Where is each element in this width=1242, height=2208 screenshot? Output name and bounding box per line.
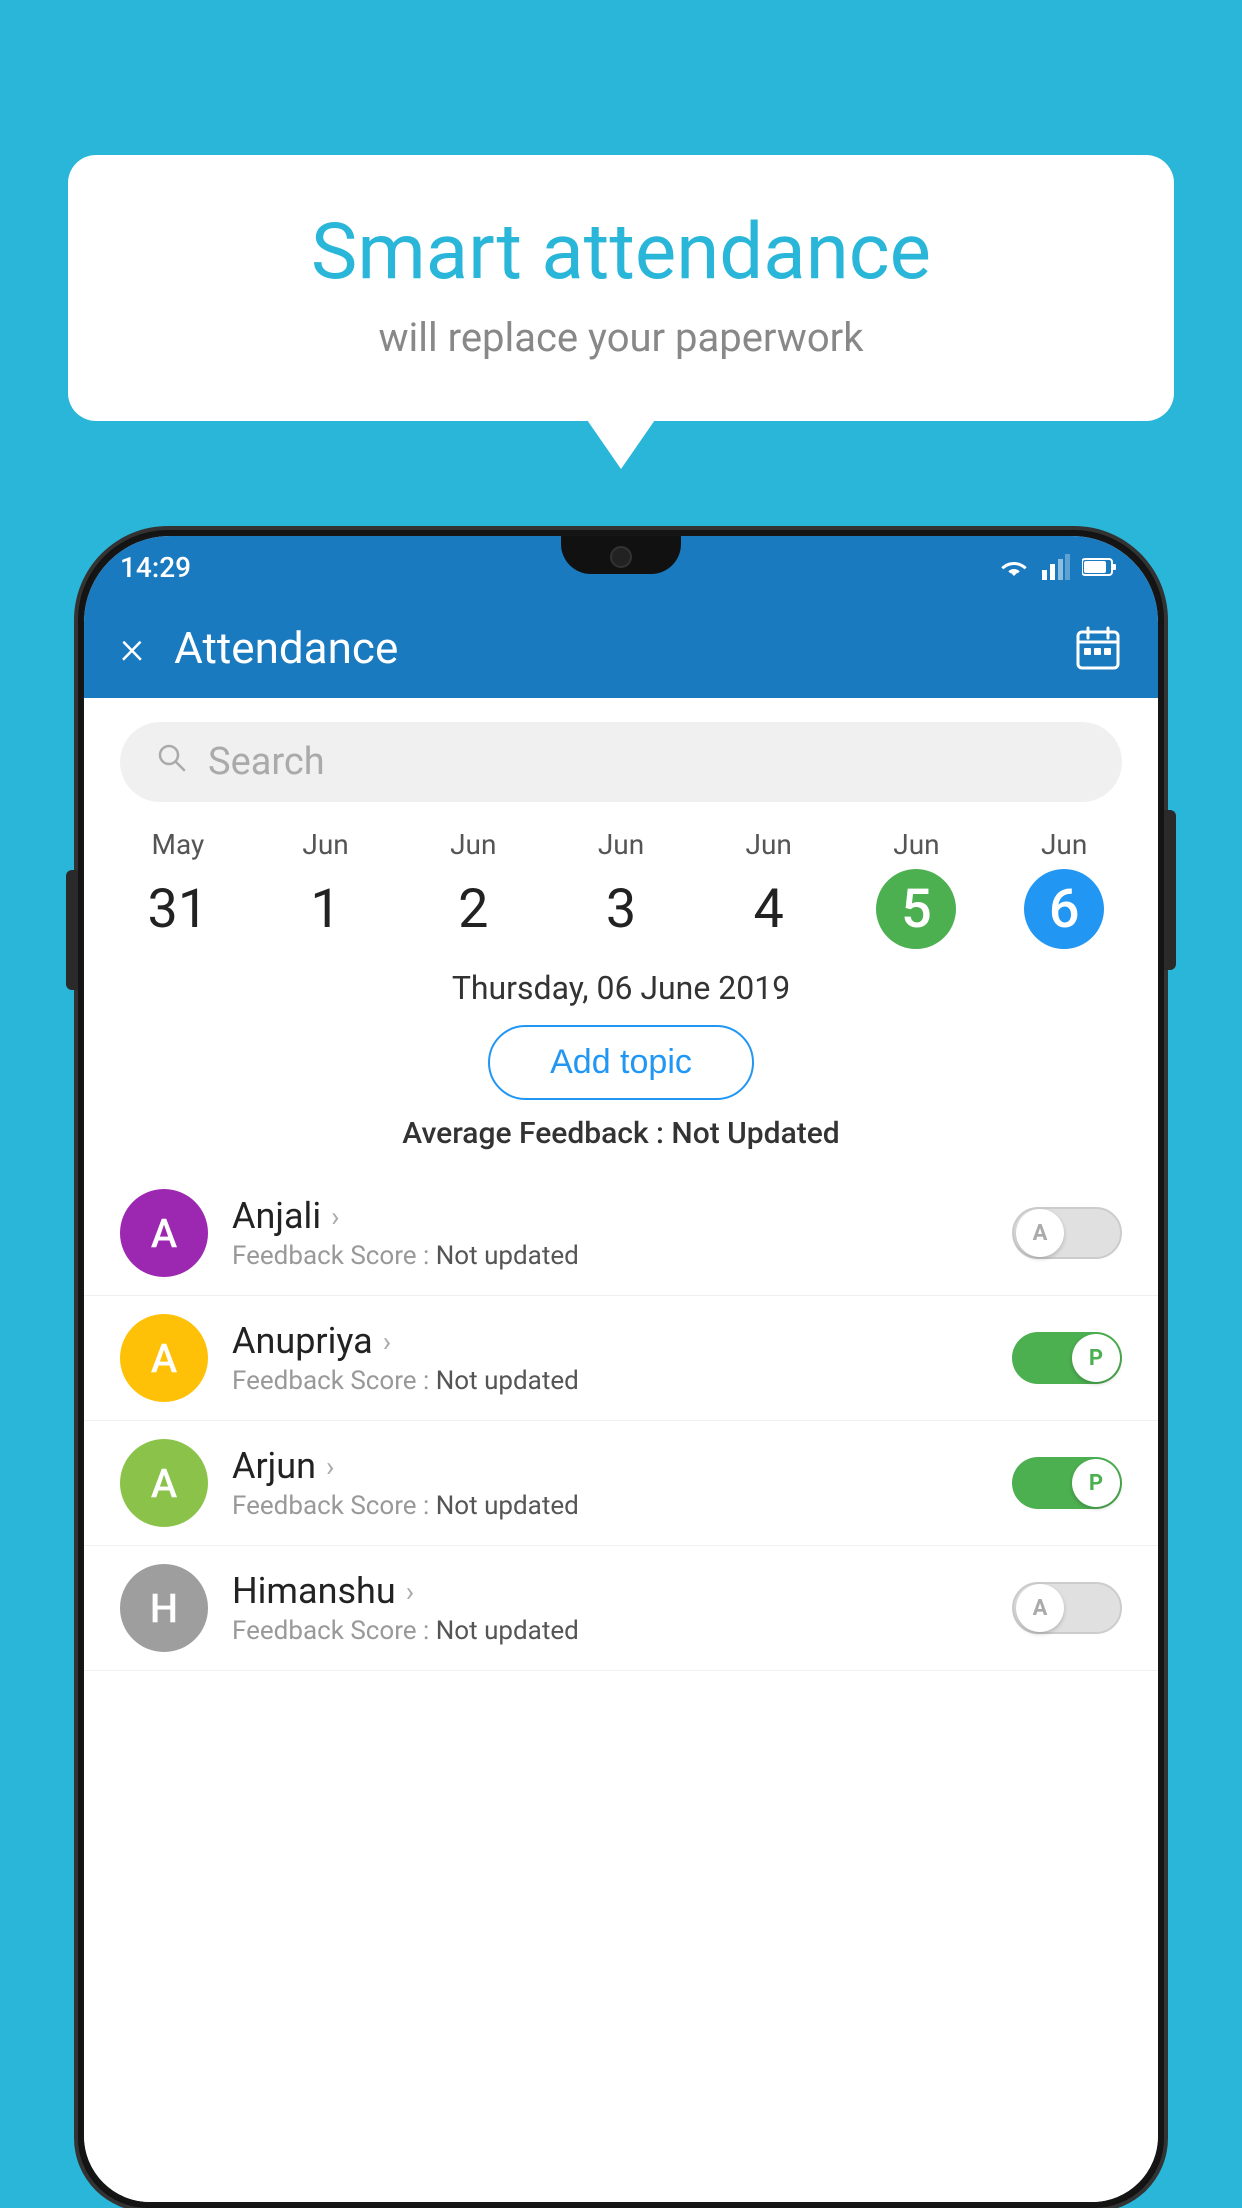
date-month: Jun bbox=[302, 828, 348, 861]
date-number[interactable]: 1 bbox=[286, 869, 366, 949]
list-item[interactable]: A Anupriya › Feedback Score : Not updated P bbox=[84, 1296, 1158, 1421]
toggle-knob: P bbox=[1072, 1334, 1120, 1382]
toggle-knob: P bbox=[1072, 1459, 1120, 1507]
screen-content: Search May 31 Jun 1 Jun 2 Jun 3 Jun 4 Jun 5 Jun 6 Thu… bbox=[84, 698, 1158, 2202]
notch bbox=[561, 536, 681, 574]
student-info: Arjun › Feedback Score : Not updated bbox=[232, 1445, 988, 1521]
date-month: Jun bbox=[893, 828, 939, 861]
date-col[interactable]: Jun 3 bbox=[547, 828, 695, 949]
date-col[interactable]: Jun 4 bbox=[695, 828, 843, 949]
status-time: 14:29 bbox=[120, 551, 191, 584]
date-month: Jun bbox=[450, 828, 496, 861]
student-feedback: Feedback Score : Not updated bbox=[232, 1366, 988, 1396]
app-bar-title: Attendance bbox=[174, 622, 1044, 674]
list-item[interactable]: H Himanshu › Feedback Score : Not updated A bbox=[84, 1546, 1158, 1671]
student-info: Anupriya › Feedback Score : Not updated bbox=[232, 1320, 988, 1396]
student-name: Anjali › bbox=[232, 1195, 988, 1237]
date-number[interactable]: 3 bbox=[581, 869, 661, 949]
attendance-toggle[interactable]: P bbox=[1012, 1332, 1122, 1384]
avg-feedback-value: Not Updated bbox=[671, 1116, 839, 1151]
app-bar: × Attendance bbox=[84, 598, 1158, 698]
date-col[interactable]: May 31 bbox=[104, 828, 252, 949]
date-col[interactable]: Jun 2 bbox=[399, 828, 547, 949]
student-info: Anjali › Feedback Score : Not updated bbox=[232, 1195, 988, 1271]
list-item[interactable]: A Arjun › Feedback Score : Not updated P bbox=[84, 1421, 1158, 1546]
wifi-icon bbox=[998, 554, 1030, 580]
date-number[interactable]: 31 bbox=[138, 869, 218, 949]
student-info: Himanshu › Feedback Score : Not updated bbox=[232, 1570, 988, 1646]
add-topic-button[interactable]: Add topic bbox=[488, 1025, 754, 1100]
student-name: Arjun › bbox=[232, 1445, 988, 1487]
student-name: Anupriya › bbox=[232, 1320, 988, 1362]
bubble-subtitle: will replace your paperwork bbox=[128, 314, 1114, 361]
attendance-toggle[interactable]: A bbox=[1012, 1582, 1122, 1634]
student-feedback: Feedback Score : Not updated bbox=[232, 1616, 988, 1646]
toggle-knob: A bbox=[1016, 1584, 1064, 1632]
date-col[interactable]: Jun 1 bbox=[252, 828, 400, 949]
date-number[interactable]: 4 bbox=[729, 869, 809, 949]
close-button[interactable]: × bbox=[120, 621, 144, 675]
date-month: Jun bbox=[1041, 828, 1087, 861]
avatar: A bbox=[120, 1439, 208, 1527]
avatar: H bbox=[120, 1564, 208, 1652]
power-button bbox=[1164, 810, 1176, 970]
bubble-title: Smart attendance bbox=[128, 210, 1114, 296]
search-bar[interactable]: Search bbox=[120, 722, 1122, 802]
date-col[interactable]: Jun 5 bbox=[843, 828, 991, 949]
signal-icon bbox=[1042, 554, 1070, 580]
attendance-toggle[interactable]: A bbox=[1012, 1207, 1122, 1259]
date-number[interactable]: 6 bbox=[1024, 869, 1104, 949]
date-month: Jun bbox=[598, 828, 644, 861]
avatar: A bbox=[120, 1189, 208, 1277]
attendance-toggle[interactable]: P bbox=[1012, 1457, 1122, 1509]
student-feedback: Feedback Score : Not updated bbox=[232, 1241, 988, 1271]
search-placeholder: Search bbox=[208, 740, 325, 784]
toggle-knob: A bbox=[1016, 1209, 1064, 1257]
status-icons bbox=[998, 554, 1116, 580]
status-bar: 14:29 bbox=[84, 536, 1158, 598]
student-feedback: Feedback Score : Not updated bbox=[232, 1491, 988, 1521]
battery-icon bbox=[1082, 557, 1116, 577]
date-col[interactable]: Jun 6 bbox=[990, 828, 1138, 949]
speech-bubble: Smart attendance will replace your paper… bbox=[68, 155, 1174, 421]
avg-feedback-label: Average Feedback : bbox=[402, 1116, 671, 1151]
date-number[interactable]: 5 bbox=[876, 869, 956, 949]
student-name: Himanshu › bbox=[232, 1570, 988, 1612]
avatar: A bbox=[120, 1314, 208, 1402]
date-picker: May 31 Jun 1 Jun 2 Jun 3 Jun 4 Jun 5 Jun 6 bbox=[84, 818, 1158, 949]
phone-frame: 14:29 bbox=[78, 530, 1164, 2208]
date-number[interactable]: 2 bbox=[433, 869, 513, 949]
front-camera bbox=[610, 546, 632, 568]
calendar-icon[interactable] bbox=[1074, 624, 1122, 672]
date-month: Jun bbox=[746, 828, 792, 861]
student-list: AAnjali ›Feedback Score : Not updatedAAA… bbox=[84, 1161, 1158, 1681]
date-month: May bbox=[152, 828, 205, 861]
search-icon bbox=[156, 742, 188, 783]
list-item[interactable]: A Anjali › Feedback Score : Not updated A bbox=[84, 1171, 1158, 1296]
selected-date: Thursday, 06 June 2019 bbox=[84, 969, 1158, 1007]
avg-feedback: Average Feedback : Not Updated bbox=[84, 1116, 1158, 1151]
volume-button bbox=[66, 870, 78, 990]
